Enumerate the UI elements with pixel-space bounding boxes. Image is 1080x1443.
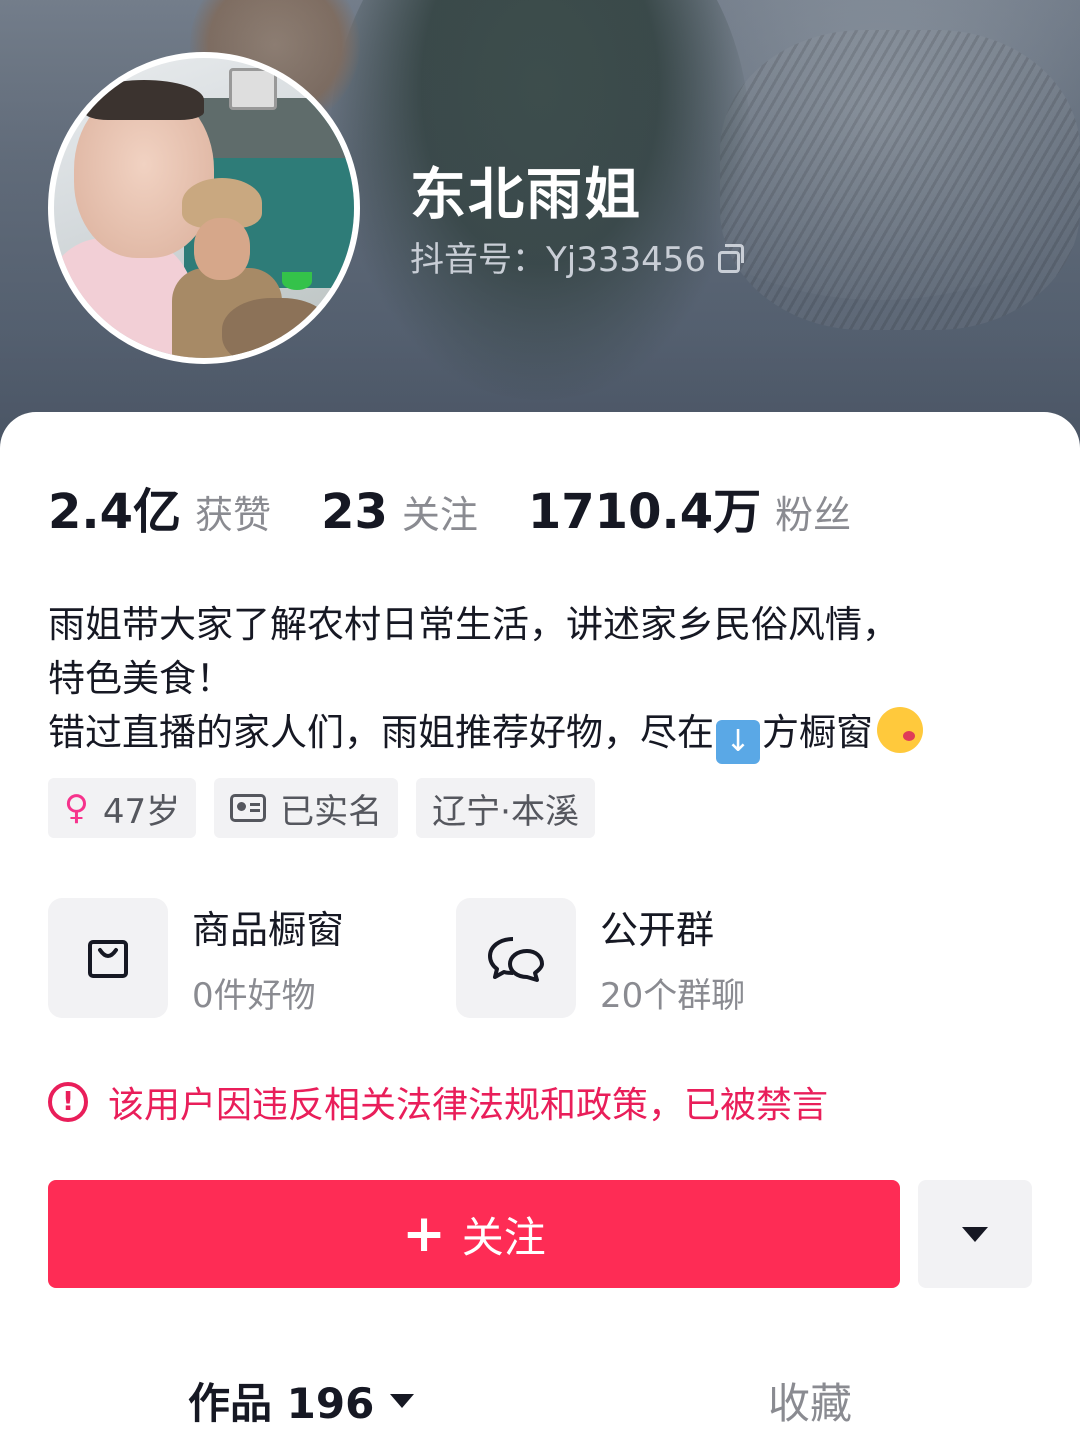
tab-label: 作品 196 [188, 1379, 375, 1428]
stat-label: 关注 [401, 493, 478, 537]
kiss-emoji-icon [877, 707, 923, 753]
more-options-button[interactable] [918, 1180, 1032, 1288]
profile-card: 2.4亿 获赞 23 关注 1710.4万 粉丝 雨姐带大家了解农村日常生活，讲… [0, 412, 1080, 1443]
bio-line: 特色美食！ [48, 657, 233, 700]
profile-bio: 雨姐带大家了解农村日常生活，讲述家乡民俗风情， 特色美食！ 错过直播的家人们，雨… [48, 598, 1048, 764]
stat-value: 23 [321, 484, 388, 540]
tab-favorites[interactable]: 收藏 [768, 1370, 852, 1431]
tag-label: 辽宁·本溪 [432, 791, 579, 832]
services-row: 商品橱窗 0件好物 公开群 20个群聊 [48, 898, 864, 1018]
tag-age: ♀ 47岁 [48, 778, 197, 838]
douyin-id[interactable]: 抖音号：Yj333456 [410, 232, 745, 281]
service-icon-box [456, 898, 576, 1018]
stat-value: 1710.4万 [527, 484, 762, 540]
shopping-bag-icon [88, 940, 128, 978]
tab-label: 收藏 [768, 1379, 853, 1428]
stat-followers[interactable]: 1710.4万 粉丝 [528, 472, 851, 542]
female-icon: ♀ [64, 788, 89, 828]
plus-icon: + [402, 1204, 446, 1264]
stats-row: 2.4亿 获赞 23 关注 1710.4万 粉丝 [48, 472, 901, 542]
tag-verified: 已实名 [214, 778, 399, 838]
stat-label: 获赞 [195, 493, 272, 537]
profile-nickname: 东北雨姐 [410, 163, 642, 228]
caret-down-icon [962, 1226, 988, 1242]
tag-label: 已实名 [280, 791, 383, 832]
follow-button[interactable]: + 关注 [48, 1180, 900, 1288]
down-arrow-emoji-icon: ↓ [716, 720, 760, 764]
service-title: 公开群 [600, 908, 715, 952]
service-public-group[interactable]: 公开群 20个群聊 [456, 898, 864, 1018]
warning-icon: ! [48, 1082, 88, 1122]
tag-location: 辽宁·本溪 [416, 778, 595, 838]
service-title: 商品橱窗 [192, 908, 345, 952]
stat-label: 粉丝 [775, 493, 852, 537]
bio-line: 错过直播的家人们，雨姐推荐好物，尽在 ↓ 方橱窗 [48, 706, 1048, 764]
stat-value: 2.4亿 [48, 484, 182, 540]
chat-bubbles-icon [488, 937, 544, 982]
service-icon-box [48, 898, 168, 1018]
warning-text: 该用户因违反相关法律法规和政策，已被禁言 [108, 1085, 829, 1126]
follow-label: 关注 [461, 1212, 546, 1262]
service-shop-window[interactable]: 商品橱窗 0件好物 [48, 898, 456, 1018]
stat-likes[interactable]: 2.4亿 获赞 [48, 472, 271, 542]
douyin-id-text: 抖音号：Yj333456 [410, 240, 707, 280]
tab-works[interactable]: 作品 196 [188, 1370, 415, 1431]
ban-warning: ! 该用户因违反相关法律法规和政策，已被禁言 [48, 1076, 828, 1128]
bio-line: 雨姐带大家了解农村日常生活，讲述家乡民俗风情， [48, 603, 899, 646]
copy-icon[interactable] [716, 243, 745, 273]
profile-cover: 东北雨姐 抖音号：Yj333456 [0, 0, 1080, 470]
service-subtitle: 0件好物 [192, 976, 316, 1016]
tag-label: 47岁 [102, 791, 181, 832]
profile-tabs: 作品 196 收藏 [0, 1370, 1080, 1443]
profile-tags: ♀ 47岁 已实名 辽宁·本溪 [48, 778, 613, 838]
caret-down-icon [390, 1393, 415, 1408]
stat-following[interactable]: 23 关注 [321, 484, 478, 540]
id-card-icon [230, 794, 267, 822]
avatar[interactable] [48, 52, 360, 364]
service-subtitle: 20个群聊 [600, 976, 746, 1016]
